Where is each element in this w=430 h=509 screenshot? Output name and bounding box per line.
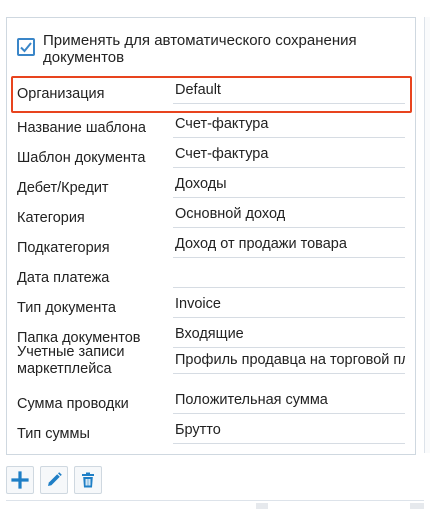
debit-credit-field[interactable]: Доходы	[173, 174, 405, 198]
plus-icon	[11, 471, 29, 489]
field-row-template-name: Название шаблона Счет-фактура	[7, 112, 415, 142]
posting-amount-field[interactable]: Положительная сумма	[173, 390, 405, 414]
amount-type-field[interactable]: Брутто	[173, 420, 405, 444]
payment-date-label: Дата платежа	[17, 270, 110, 286]
category-label: Категория	[17, 210, 85, 226]
amount-type-label: Тип суммы	[17, 426, 90, 442]
adjacent-panel-edge	[424, 17, 430, 453]
document-template-label: Шаблон документа	[17, 150, 146, 166]
subcategory-field[interactable]: Доход от продажи товара	[173, 234, 405, 258]
add-button[interactable]	[6, 466, 34, 494]
checkmark-icon	[20, 42, 32, 53]
delete-button[interactable]	[74, 466, 102, 494]
auto-save-checkbox[interactable]	[17, 38, 35, 56]
field-row-debit-credit: Дебет/Кредит Доходы	[7, 172, 415, 202]
category-field[interactable]: Основной доход	[173, 204, 405, 228]
field-row-subcategory: Подкатегория Доход от продажи товара	[7, 232, 415, 262]
template-name-field[interactable]: Счет-фактура	[173, 114, 405, 138]
field-row-payment-date: Дата платежа	[7, 262, 415, 292]
auto-save-option[interactable]: Применять для автоматического сохранения…	[17, 32, 407, 68]
field-row-organization: Организация Default	[7, 78, 415, 108]
field-row-category: Категория Основной доход	[7, 202, 415, 232]
payment-date-field[interactable]	[173, 264, 405, 288]
template-name-label: Название шаблона	[17, 120, 146, 136]
field-row-marketplace-accounts: Учетные записи маркетплейса Профиль прода…	[7, 344, 415, 388]
organization-field[interactable]: Default	[173, 80, 405, 104]
pencil-icon	[48, 472, 62, 486]
field-row-document-template: Шаблон документа Счет-фактура	[7, 142, 415, 172]
field-row-posting-amount: Сумма проводки Положительная сумма	[7, 388, 415, 418]
marketplace-accounts-label: Учетные записи маркетплейса	[17, 344, 125, 377]
document-template-field[interactable]: Счет-фактура	[173, 144, 405, 168]
marketplace-accounts-field[interactable]: Профиль продавца на торговой пл	[173, 350, 405, 374]
field-row-amount-type: Тип суммы Брутто	[7, 418, 415, 448]
posting-amount-label: Сумма проводки	[17, 396, 129, 412]
edit-button[interactable]	[40, 466, 68, 494]
document-type-label: Тип документа	[17, 300, 116, 316]
template-settings-panel: Применять для автоматического сохранения…	[6, 17, 416, 455]
organization-label: Организация	[17, 86, 105, 102]
debit-credit-label: Дебет/Кредит	[17, 180, 109, 196]
trash-icon	[82, 472, 94, 488]
document-type-field[interactable]: Invoice	[173, 294, 405, 318]
auto-save-label: Применять для автоматического сохранения…	[43, 32, 357, 66]
field-row-document-type: Тип документа Invoice	[7, 292, 415, 322]
subcategory-label: Подкатегория	[17, 240, 110, 256]
